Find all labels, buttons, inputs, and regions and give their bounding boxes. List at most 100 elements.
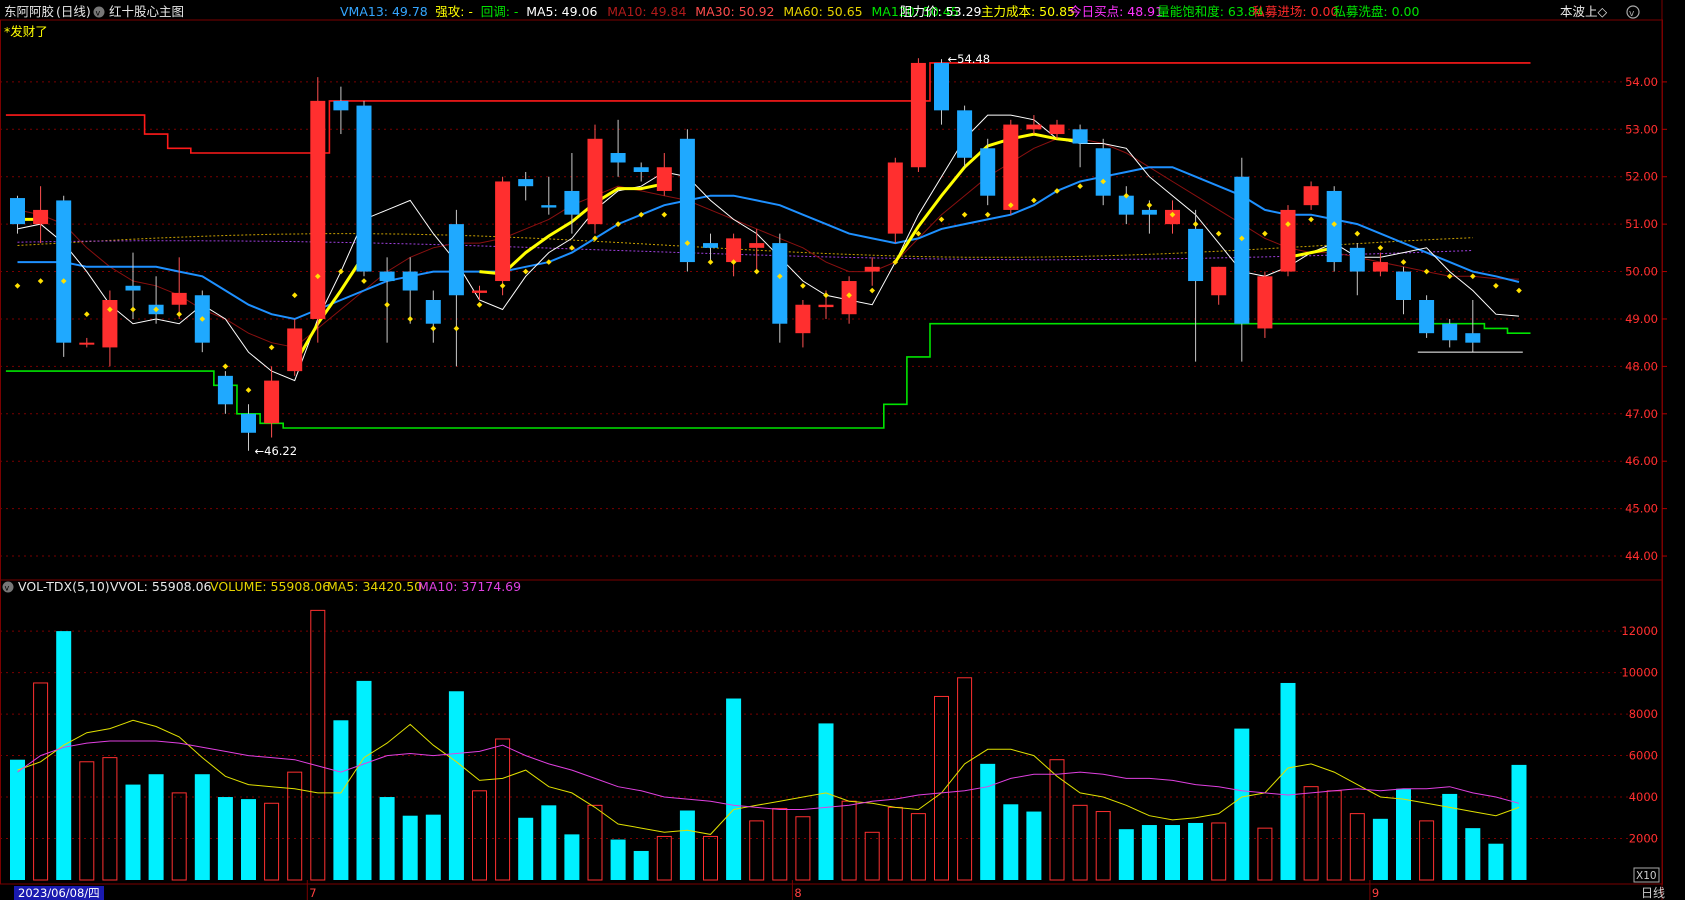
candle-body — [1211, 266, 1227, 296]
signal-dot — [961, 211, 968, 218]
volume-axis: 2000 4000 6000 8000 10000 12000 — [1621, 624, 1658, 845]
volume-tick-label: 12000 — [1621, 624, 1658, 638]
resistance-line — [5, 62, 1531, 154]
signal-dot — [14, 282, 21, 289]
volume-bar — [518, 817, 534, 880]
candle-body — [448, 224, 464, 296]
signal-dot — [407, 316, 414, 322]
candle-body — [472, 290, 487, 293]
volume-bar — [1211, 822, 1227, 881]
chevron-down-icon: v — [96, 9, 101, 18]
volume-bar — [1326, 790, 1342, 881]
volume-bar — [1165, 825, 1180, 880]
volume-bar — [1257, 827, 1273, 881]
candle-body — [587, 138, 603, 225]
signal-dot — [1146, 202, 1153, 209]
stock-name: 东阿阿胶 — [4, 4, 54, 19]
volume-bar — [472, 790, 487, 881]
signal-dot — [83, 311, 90, 318]
candle-body — [171, 292, 187, 305]
signal-dot — [1446, 273, 1453, 280]
volume-bar — [310, 609, 326, 881]
month-label: 9 — [1372, 886, 1379, 900]
volume-bar — [1280, 682, 1296, 880]
period-label[interactable]: 日线 — [1641, 886, 1665, 900]
volume-bar — [1465, 828, 1481, 880]
signal-dot — [869, 287, 876, 294]
volume-bar — [425, 814, 441, 880]
signal-dot — [1516, 287, 1522, 294]
volume-bar — [934, 695, 949, 881]
indicator-2: 回调: - — [481, 4, 519, 19]
price-tick-label: 54.00 — [1625, 75, 1658, 89]
stock-period: (日线) — [56, 4, 91, 19]
volume-tick-label: 10000 — [1621, 666, 1658, 680]
candle-body — [1003, 124, 1019, 210]
candle-body — [887, 162, 903, 234]
signal-dot — [1493, 282, 1499, 289]
volume-bar — [333, 720, 349, 880]
volume-bar — [33, 682, 49, 881]
month-label: 7 — [309, 886, 316, 900]
candle-body — [1188, 228, 1204, 282]
volume-bar — [587, 804, 603, 881]
stock-chart[interactable]: 44.00 45.00 46.00 47.00 48.00 49.00 50.00 51.00… — [0, 0, 1685, 900]
price-panel-border — [0, 19, 1663, 581]
vol-indicator-name[interactable]: VOL-TDX(5,10) — [18, 579, 110, 594]
price-tick-label: 45.00 — [1625, 502, 1658, 516]
volume-bar — [541, 805, 557, 880]
indicator-9: 主力成本: 50.85 — [981, 4, 1075, 19]
candle-body — [241, 413, 256, 433]
signal-dot — [1215, 230, 1222, 237]
indicator-3: MA5: 49.06 — [526, 4, 597, 19]
formula-name[interactable]: 红十股心主图 — [109, 4, 184, 19]
signal-dot — [1308, 216, 1314, 223]
right-top-label[interactable]: 本波上◇ — [1560, 4, 1608, 19]
indicator-6: MA60: 50.65 — [783, 4, 862, 19]
signal-dot — [823, 292, 829, 299]
volume-bar — [1026, 811, 1042, 880]
volume-tick-label: 8000 — [1629, 707, 1658, 721]
volume-bar — [795, 816, 811, 881]
candle-body — [402, 271, 418, 291]
price-annotation: ←54.48 — [948, 52, 991, 66]
signal-dot — [176, 311, 183, 318]
candle-body — [1396, 271, 1411, 300]
signal-dot — [1077, 183, 1083, 190]
price-annotation: ←46.22 — [255, 444, 298, 458]
vol-vvol: VVOL: 55908.06 — [110, 579, 212, 594]
candle-body — [656, 167, 672, 191]
candle-body — [703, 243, 718, 248]
volume-bar — [841, 800, 857, 881]
candle-body — [379, 271, 395, 282]
signal-dot — [661, 211, 668, 218]
candle-body — [1141, 209, 1157, 215]
scale-label[interactable]: X10 — [1636, 870, 1657, 882]
candle-body — [287, 328, 303, 372]
volume-bar — [749, 820, 765, 881]
candle-body — [1234, 176, 1250, 324]
candle-body — [518, 179, 534, 187]
price-tick-label: 47.00 — [1625, 407, 1658, 421]
volume-bar — [1396, 788, 1411, 880]
candle-body — [1257, 276, 1273, 329]
candle-body — [1442, 323, 1458, 341]
volume-bar — [56, 631, 72, 880]
signal-dot — [1377, 245, 1384, 251]
candle-body — [980, 148, 996, 196]
volume-bar — [679, 810, 695, 880]
ma60-line — [17, 233, 1473, 258]
volume-tick-label: 2000 — [1629, 832, 1658, 846]
candle-body — [1072, 129, 1088, 144]
candle-body — [1095, 148, 1111, 196]
candle-body — [1280, 209, 1296, 272]
indicator-4: MA10: 49.84 — [607, 4, 686, 19]
volume-bar — [980, 763, 996, 880]
volume-bar — [726, 698, 742, 880]
signal-dot — [130, 306, 136, 313]
volume-bar — [102, 757, 118, 881]
note-text: *发财了 — [4, 24, 48, 39]
volume-bar — [1419, 820, 1435, 881]
signal-dot — [1262, 230, 1268, 237]
indicator-10: 今日买点: 48.91 — [1069, 4, 1163, 19]
